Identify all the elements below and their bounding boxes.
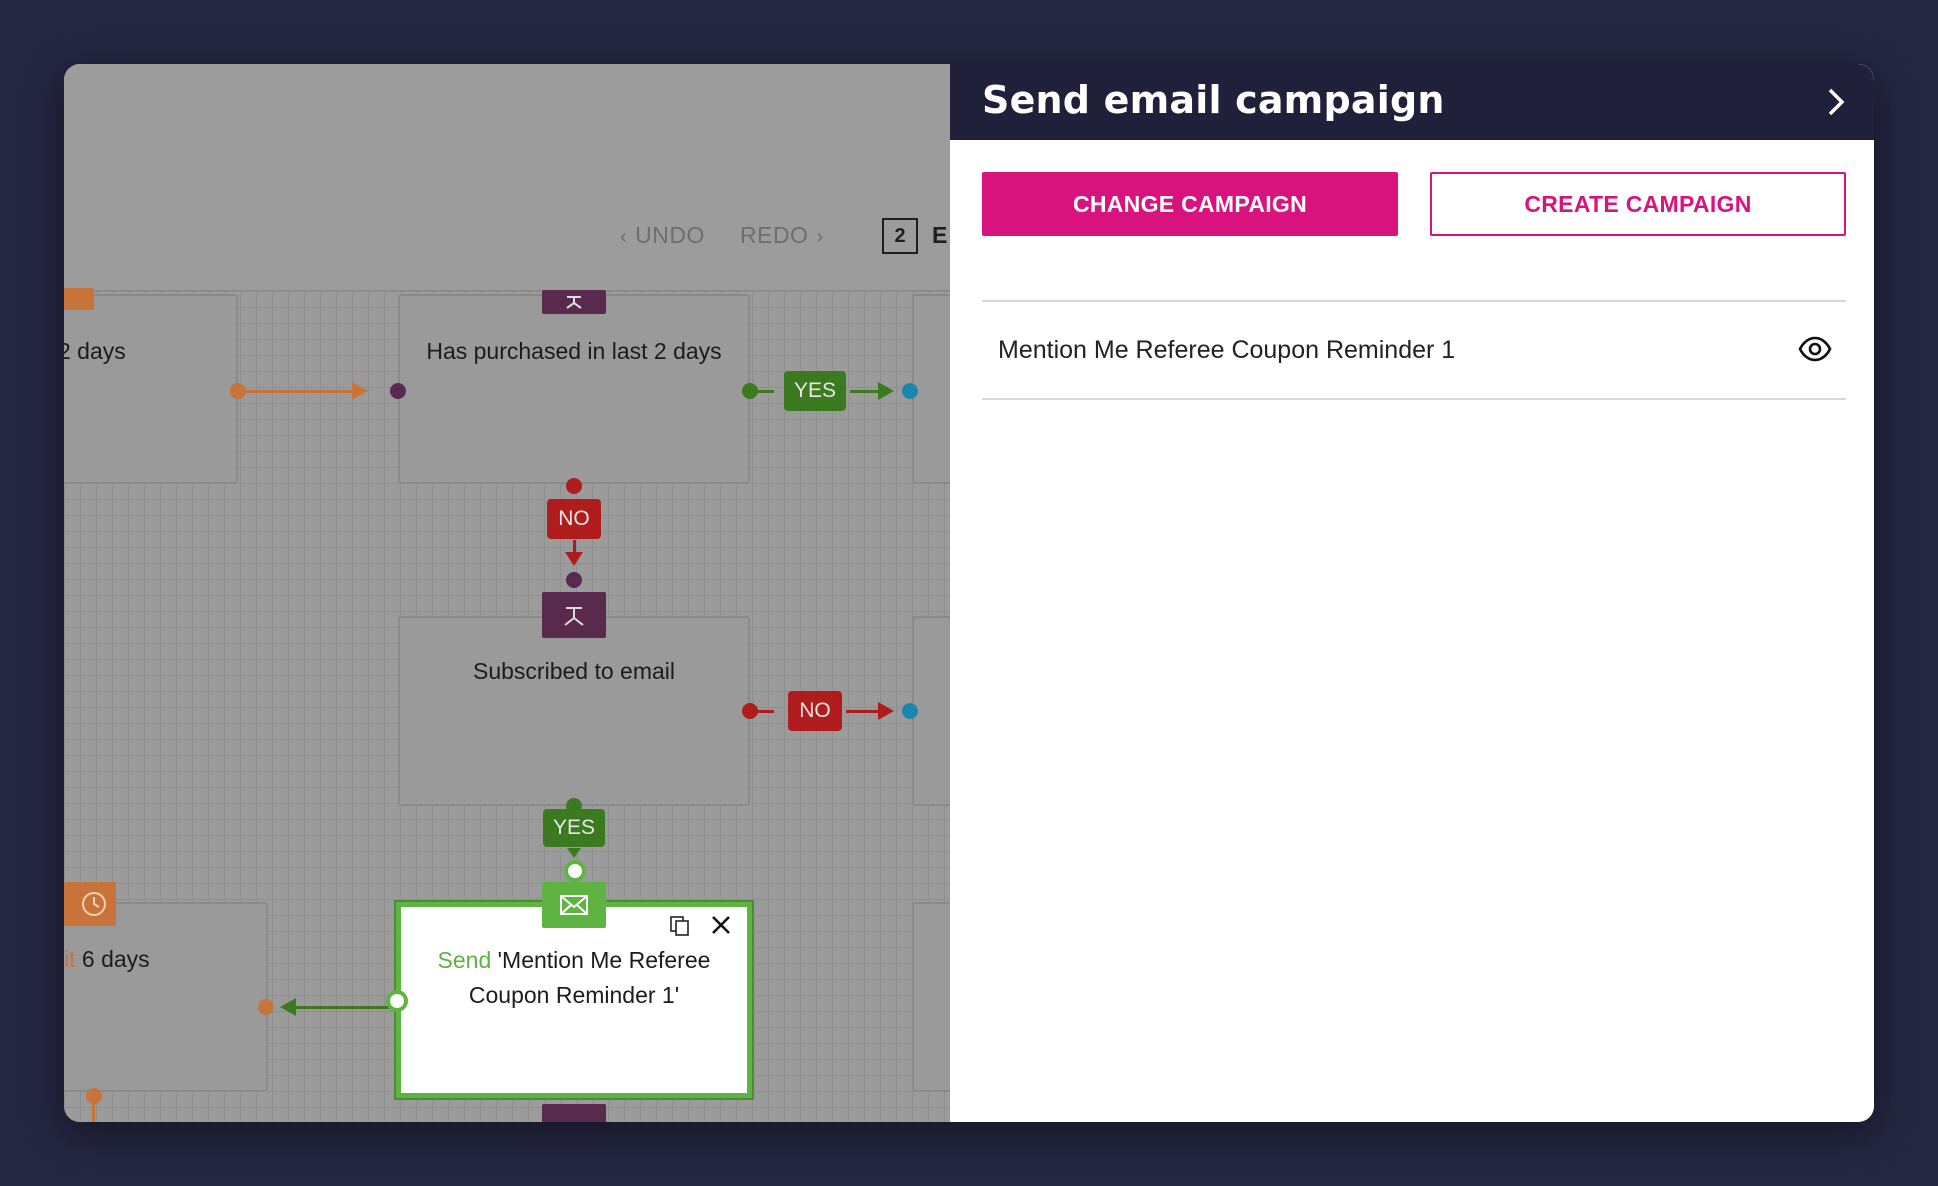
send-email-node[interactable]: Send 'Mention Me Referee Coupon Reminder…: [396, 902, 752, 1098]
connector-dot[interactable]: [902, 703, 918, 719]
clock-icon: [64, 882, 116, 926]
redo-button[interactable]: REDO ›: [740, 222, 832, 249]
condition-node-subscribed[interactable]: [398, 616, 750, 806]
campaign-row[interactable]: Mention Me Referee Coupon Reminder 1: [982, 302, 1846, 398]
wait-node-top-left[interactable]: [64, 294, 238, 484]
node-label: Has purchased in last 2 days: [426, 338, 722, 364]
node-label: 2 days: [64, 338, 126, 364]
no-label: NO: [788, 691, 842, 731]
chevron-right-icon: ›: [816, 226, 824, 248]
connector-line: [850, 390, 880, 393]
panel-header: Send email campaign: [950, 64, 1874, 140]
workflow-canvas[interactable]: ‹ UNDO REDO › 2 E 2 days Has purchased in …: [64, 64, 950, 1122]
canvas-toolbar: [64, 64, 950, 290]
chevron-left-icon: ‹: [620, 226, 628, 248]
no-label: NO: [547, 499, 601, 539]
arrow-icon: [567, 848, 581, 858]
connector-line: [294, 1006, 394, 1009]
change-campaign-button[interactable]: CHANGE CAMPAIGN: [982, 172, 1398, 236]
connector-dot[interactable]: [390, 383, 406, 399]
envelope-icon: [542, 882, 606, 928]
connector-line: [244, 390, 354, 393]
send-email-panel: Send email campaign CHANGE CAMPAIGN CREA…: [950, 64, 1874, 1122]
close-icon[interactable]: [709, 913, 733, 937]
connector-dot[interactable]: [564, 860, 586, 882]
eye-icon[interactable]: [1798, 336, 1832, 362]
duplicate-icon[interactable]: [669, 915, 691, 937]
condition-node-purchased[interactable]: [398, 294, 750, 484]
panel-collapse-icon[interactable]: [1824, 84, 1848, 120]
connector-dot[interactable]: [566, 572, 582, 588]
clock-icon: [64, 288, 94, 310]
divider: [982, 398, 1846, 400]
connector-line: [756, 390, 774, 393]
campaign-name: Mention Me Referee Coupon Reminder 1: [998, 336, 1456, 364]
connector-dot[interactable]: [386, 990, 408, 1012]
undo-button[interactable]: ‹ UNDO: [612, 222, 705, 249]
connector-line: [846, 710, 880, 713]
split-icon: [542, 1104, 606, 1122]
badge-label: E: [932, 222, 948, 248]
connector-dot[interactable]: [566, 478, 582, 494]
connector-line: [92, 1102, 95, 1122]
connector-line: [756, 710, 774, 713]
count-badge[interactable]: 2: [882, 218, 918, 254]
split-icon: [542, 290, 606, 314]
yes-label: YES: [784, 371, 846, 411]
arrow-icon: [878, 702, 894, 720]
node-label: Subscribed to email: [473, 658, 675, 684]
create-campaign-button[interactable]: CREATE CAMPAIGN: [1430, 172, 1846, 236]
arrow-icon: [352, 382, 368, 400]
automation-modal: ‹ UNDO REDO › 2 E 2 days Has purchased in …: [64, 64, 1874, 1122]
node-right-3[interactable]: [912, 902, 950, 1092]
panel-title: Send email campaign: [982, 78, 1445, 122]
wait-node-left[interactable]: [64, 902, 268, 1092]
node-label: it 6 days: [64, 946, 150, 972]
connector-dot[interactable]: [902, 383, 918, 399]
send-node-label: Send 'Mention Me Referee Coupon Reminder…: [437, 947, 711, 1008]
split-icon: [542, 592, 606, 638]
yes-label: YES: [543, 809, 605, 847]
arrow-icon: [878, 382, 894, 400]
connector-dot[interactable]: [258, 999, 274, 1015]
arrow-icon: [565, 552, 583, 566]
